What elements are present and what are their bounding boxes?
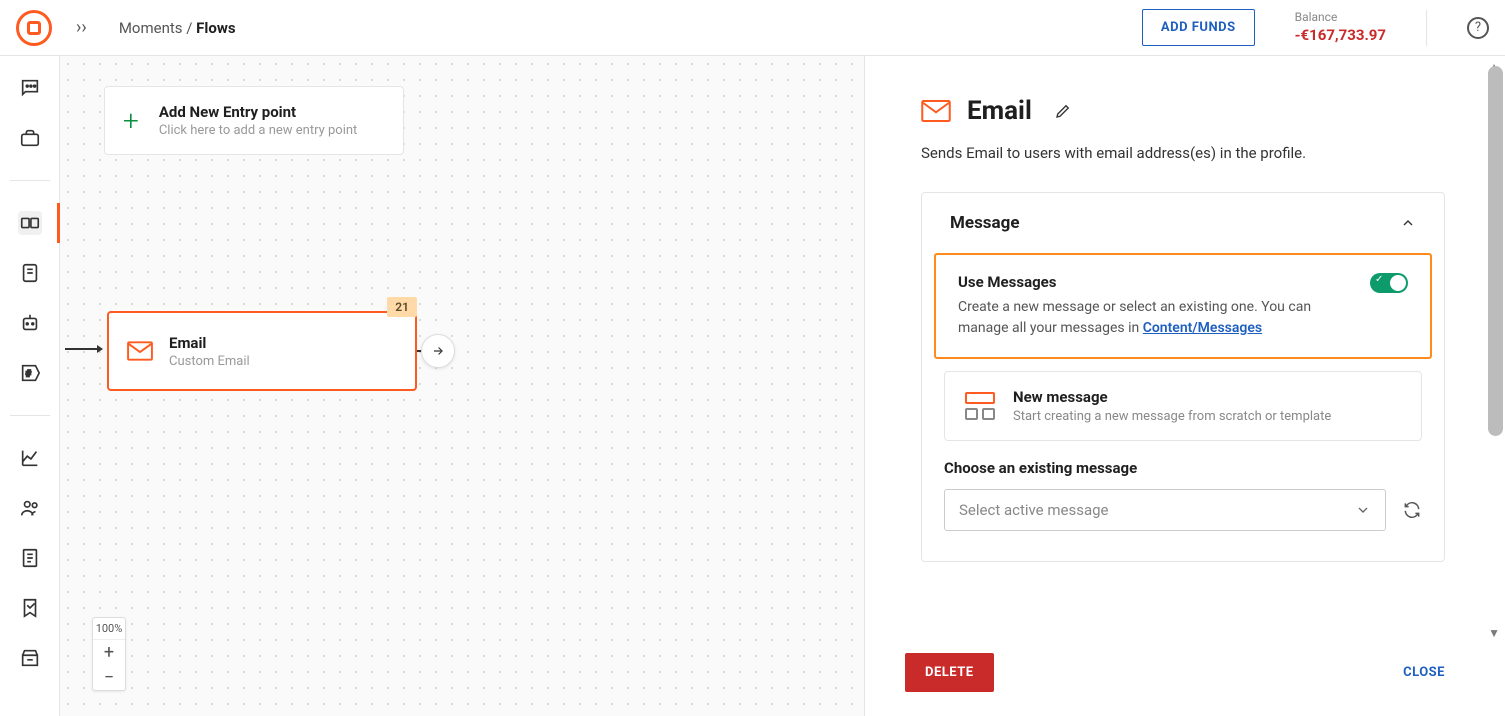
left-nav: # xyxy=(0,56,60,716)
nav-forms-icon[interactable] xyxy=(18,261,42,285)
delete-button[interactable]: DELETE xyxy=(905,653,994,692)
breadcrumb-root[interactable]: Moments xyxy=(119,19,183,37)
panel-footer: DELETE CLOSE xyxy=(865,635,1505,716)
nav-store-icon[interactable] xyxy=(18,646,42,670)
refresh-icon[interactable] xyxy=(1402,500,1422,520)
zoom-out-button[interactable]: − xyxy=(93,665,125,690)
nav-chat-icon[interactable] xyxy=(18,76,42,100)
chevron-up-icon xyxy=(1400,215,1416,231)
add-funds-button[interactable]: ADD FUNDS xyxy=(1142,9,1255,46)
node-title: Email xyxy=(169,334,250,352)
balance-display: Balance -€167,733.97 xyxy=(1295,10,1386,45)
nav-analytics-icon[interactable] xyxy=(18,446,42,470)
content-messages-link[interactable]: Content/Messages xyxy=(1143,320,1262,336)
node-count-badge: 21 xyxy=(387,297,417,317)
panel-mail-icon xyxy=(921,99,951,123)
choose-existing-label: Choose an existing message xyxy=(944,459,1422,477)
select-placeholder: Select active message xyxy=(959,501,1108,519)
use-messages-desc: Create a new message or select an existi… xyxy=(958,297,1350,339)
balance-label: Balance xyxy=(1295,10,1386,26)
section-title: Message xyxy=(950,213,1020,233)
node-subtitle: Custom Email xyxy=(169,354,250,369)
chevron-down-icon xyxy=(1355,502,1371,518)
message-section: Message Use Messages Create a new messag… xyxy=(921,192,1445,562)
section-header[interactable]: Message xyxy=(922,193,1444,253)
new-message-subtitle: Start creating a new message from scratc… xyxy=(1013,409,1331,424)
flow-canvas[interactable]: + Add New Entry point Click here to add … xyxy=(60,56,864,716)
add-entry-point-card[interactable]: + Add New Entry point Click here to add … xyxy=(104,86,404,155)
properties-panel: Email Sends Email to users with email ad… xyxy=(864,56,1505,716)
entry-subtitle: Click here to add a new entry point xyxy=(159,123,357,138)
scrollbar-thumb[interactable] xyxy=(1488,66,1503,436)
use-messages-title: Use Messages xyxy=(958,273,1350,291)
plus-icon: + xyxy=(123,104,139,137)
svg-text:#: # xyxy=(25,370,31,380)
edit-icon[interactable] xyxy=(1054,102,1072,120)
nav-bot-icon[interactable] xyxy=(18,311,42,335)
use-messages-box: Use Messages Create a new message or sel… xyxy=(934,253,1432,359)
breadcrumb-current: Flows xyxy=(196,19,235,37)
nav-document-icon[interactable] xyxy=(18,546,42,570)
nav-people-icon[interactable] xyxy=(18,496,42,520)
nav-tags-icon[interactable]: # xyxy=(18,361,42,385)
email-node[interactable]: 21 Email Custom Email xyxy=(107,311,417,391)
entry-title: Add New Entry point xyxy=(159,103,357,121)
zoom-control: 100% + − xyxy=(92,617,126,691)
nav-briefcase-icon[interactable] xyxy=(18,126,42,150)
new-message-card[interactable]: New message Start creating a new message… xyxy=(944,371,1422,441)
nav-bookmark-icon[interactable] xyxy=(18,596,42,620)
breadcrumb: Moments / Flows xyxy=(119,19,236,37)
panel-description: Sends Email to users with email address(… xyxy=(921,144,1445,162)
node-output-handle[interactable] xyxy=(421,334,455,368)
template-icon xyxy=(965,392,995,420)
message-select[interactable]: Select active message xyxy=(944,489,1386,531)
topbar: ›› Moments / Flows ADD FUNDS Balance -€1… xyxy=(0,0,1505,56)
use-messages-toggle[interactable] xyxy=(1370,273,1408,293)
balance-amount: -€167,733.97 xyxy=(1295,26,1386,46)
zoom-level: 100% xyxy=(93,618,125,640)
app-logo[interactable] xyxy=(16,10,52,46)
nav-flows-icon[interactable] xyxy=(18,211,42,235)
close-button[interactable]: CLOSE xyxy=(1403,665,1445,680)
scroll-down-arrow[interactable]: ▼ xyxy=(1488,626,1500,640)
mail-icon xyxy=(127,341,153,361)
help-icon[interactable]: ? xyxy=(1467,17,1489,39)
panel-title: Email xyxy=(967,96,1032,126)
zoom-in-button[interactable]: + xyxy=(93,640,125,665)
node-input-arrow xyxy=(65,348,105,350)
new-message-title: New message xyxy=(1013,388,1331,406)
expand-nav-icon[interactable]: ›› xyxy=(76,17,87,38)
